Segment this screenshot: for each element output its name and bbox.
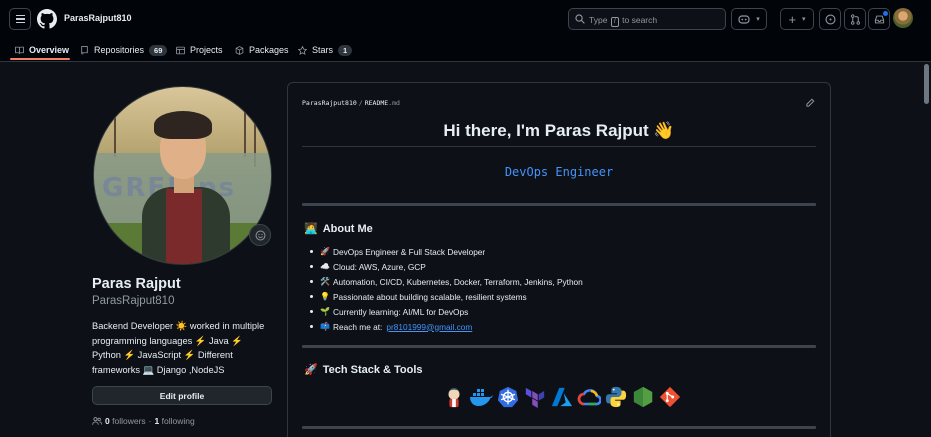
page-scrollbar[interactable] bbox=[922, 62, 931, 437]
readme-owner-link[interactable]: ParasRajput810 bbox=[302, 99, 357, 107]
search-placeholder: Type / to search bbox=[589, 15, 658, 27]
table-icon bbox=[176, 46, 185, 54]
profile-bio: Backend Developer ☀️ worked in multiple … bbox=[92, 321, 265, 375]
following-link[interactable]: 1 following bbox=[155, 416, 195, 426]
kubernetes-icon[interactable] bbox=[496, 385, 520, 409]
profile-full-name: Paras Rajput bbox=[92, 276, 181, 292]
about-heading: 🧑‍💻 About Me bbox=[304, 222, 373, 236]
issues-button[interactable] bbox=[819, 8, 841, 30]
azure-icon[interactable] bbox=[550, 385, 574, 409]
jenkins-icon[interactable] bbox=[442, 385, 466, 409]
repo-icon bbox=[81, 45, 88, 54]
inbox-button[interactable] bbox=[868, 8, 890, 30]
global-header: ParasRajput810 Type / to search ▾ + ▾ Ov… bbox=[0, 0, 931, 62]
readme-card: ParasRajput810/README.md Hi there, I'm P… bbox=[287, 82, 831, 437]
readme-title: Hi there, I'm Paras Rajput 👋 bbox=[443, 121, 675, 140]
set-status-button[interactable] bbox=[249, 224, 271, 246]
list-item: 📫 Reach me at: pr8101999@gmail.com bbox=[308, 319, 583, 334]
tab-repositories[interactable]: Repositories 69 bbox=[80, 38, 168, 62]
copilot-icon bbox=[738, 15, 750, 24]
book-icon bbox=[15, 46, 24, 54]
nodejs-icon[interactable] bbox=[631, 385, 655, 409]
readme-role: DevOps Engineer bbox=[504, 165, 614, 179]
header-username[interactable]: ParasRajput810 bbox=[64, 13, 132, 23]
tab-packages[interactable]: Packages bbox=[235, 38, 289, 62]
divider bbox=[302, 426, 816, 429]
create-new-button[interactable]: + ▾ bbox=[780, 8, 814, 30]
docker-icon[interactable] bbox=[469, 385, 493, 409]
list-item: 💡 Passionate about building scalable, res… bbox=[308, 289, 583, 304]
edit-pencil-icon[interactable] bbox=[805, 98, 815, 108]
divider bbox=[302, 203, 816, 206]
user-avatar-menu[interactable] bbox=[893, 8, 913, 28]
profile-login: ParasRajput810 bbox=[92, 295, 175, 307]
active-tab-indicator bbox=[10, 58, 70, 60]
divider bbox=[302, 345, 816, 348]
profile-avatar[interactable]: GRFF ps bbox=[93, 86, 272, 265]
edit-profile-button[interactable]: Edit profile bbox=[92, 386, 272, 405]
list-item: ☁️ Cloud: AWS, Azure, GCP bbox=[308, 259, 583, 274]
email-link[interactable]: pr8101999@gmail.com bbox=[386, 322, 472, 332]
search-icon bbox=[575, 14, 585, 24]
menu-icon bbox=[15, 14, 25, 17]
tab-projects[interactable]: Projects bbox=[176, 38, 223, 62]
stars-count-badge: 1 bbox=[338, 44, 353, 56]
package-icon bbox=[235, 45, 244, 55]
copilot-button[interactable]: ▾ bbox=[731, 8, 767, 30]
chevron-down-icon: ▾ bbox=[756, 16, 760, 23]
python-icon[interactable] bbox=[604, 385, 628, 409]
terraform-icon[interactable] bbox=[523, 385, 547, 409]
git-icon[interactable] bbox=[658, 385, 682, 409]
tab-stars[interactable]: Stars 1 bbox=[298, 38, 353, 62]
technologist-emoji: 🧑‍💻 bbox=[304, 223, 318, 235]
people-icon bbox=[92, 417, 102, 425]
header-row: ParasRajput810 Type / to search ▾ + ▾ bbox=[0, 6, 920, 34]
github-logo-icon[interactable] bbox=[37, 9, 57, 29]
tech-stack-heading: 🚀 Tech Stack & Tools bbox=[304, 363, 423, 377]
profile-tabs: Overview Repositories 69 Projects Packag… bbox=[0, 38, 931, 62]
rocket-emoji: 🚀 bbox=[304, 364, 318, 376]
issue-opened-icon bbox=[824, 13, 836, 25]
chevron-down-icon: ▾ bbox=[802, 16, 806, 23]
followers-link[interactable]: 0 followers bbox=[105, 416, 146, 426]
search-input[interactable]: Type / to search bbox=[568, 8, 726, 30]
repositories-count-badge: 69 bbox=[149, 44, 168, 56]
pull-request-icon bbox=[850, 13, 860, 25]
readme-breadcrumb: ParasRajput810/README.md bbox=[302, 99, 400, 107]
divider bbox=[302, 146, 816, 147]
follow-stats: 0 followers · 1 following bbox=[92, 416, 195, 426]
about-list: 🚀 DevOps Engineer & Full Stack Developer … bbox=[308, 244, 583, 334]
scrollbar-thumb[interactable] bbox=[924, 64, 929, 104]
list-item: 🚀 DevOps Engineer & Full Stack Developer bbox=[308, 244, 583, 259]
gcp-icon[interactable] bbox=[577, 385, 601, 409]
star-icon bbox=[298, 45, 307, 55]
tech-icons bbox=[442, 385, 682, 409]
plus-icon: + bbox=[788, 11, 797, 27]
pull-requests-button[interactable] bbox=[844, 8, 866, 30]
readme-file-name: README bbox=[364, 99, 389, 107]
notification-dot bbox=[883, 11, 888, 16]
menu-button[interactable] bbox=[9, 8, 31, 30]
list-item: 🛠️ Automation, CI/CD, Kubernetes, Docker,… bbox=[308, 274, 583, 289]
list-item: 🌱 Currently learning: AI/ML for DevOps bbox=[308, 304, 583, 319]
smiley-icon bbox=[255, 230, 265, 240]
